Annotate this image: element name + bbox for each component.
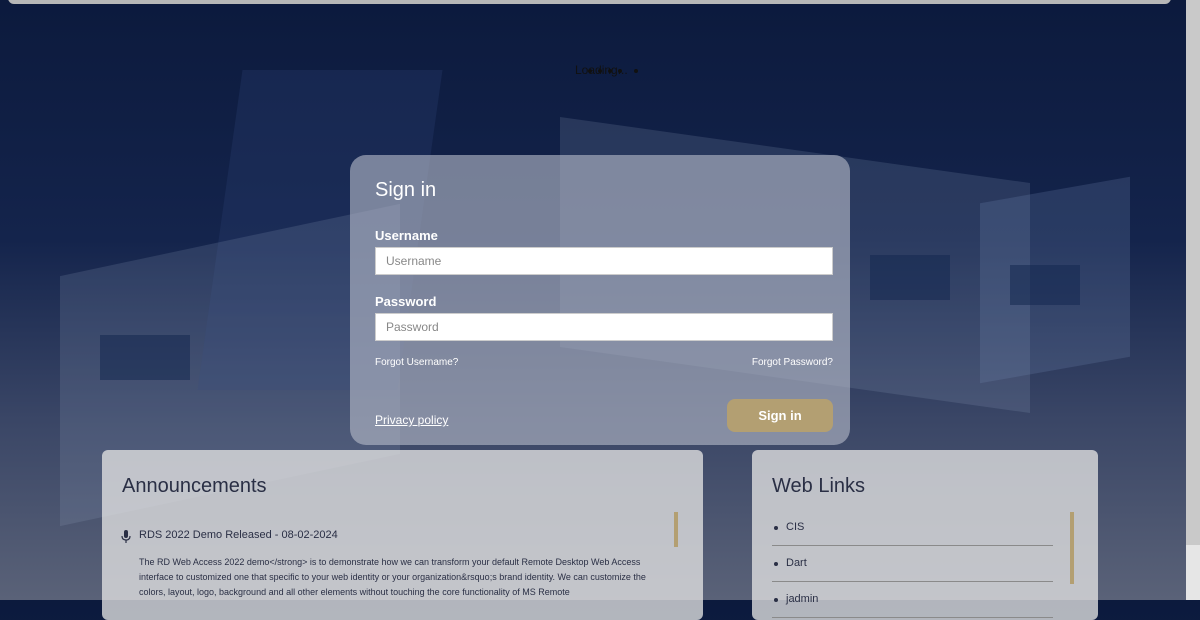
page-scrollbar[interactable]	[1186, 0, 1200, 600]
username-label: Username	[375, 228, 438, 243]
loading-text: Loading...	[575, 63, 628, 77]
web-links-panel: Web Links CIS Dart jadmin	[752, 450, 1098, 620]
forgot-password-link[interactable]: Forgot Password?	[752, 357, 833, 368]
top-bar	[8, 0, 1171, 4]
privacy-policy-link[interactable]: Privacy policy	[375, 413, 448, 427]
background-window	[870, 255, 950, 300]
announcements-panel: Announcements RDS 2022 Demo Released - 0…	[102, 450, 703, 620]
announcement-item-title: RDS 2022 Demo Released - 08-02-2024	[139, 529, 338, 541]
username-input[interactable]	[375, 247, 833, 275]
web-links-scrollbar[interactable]	[1070, 512, 1074, 584]
sign-in-button[interactable]: Sign in	[727, 399, 833, 432]
microphone-icon	[121, 530, 131, 543]
password-input[interactable]	[375, 313, 833, 341]
login-title: Sign in	[375, 179, 437, 201]
login-card: Sign in Username Password Forgot Usernam…	[350, 155, 850, 445]
web-links-title: Web Links	[772, 475, 866, 497]
web-link-dart[interactable]: Dart	[772, 546, 1053, 582]
web-link-cis[interactable]: CIS	[772, 510, 1053, 546]
forgot-username-link[interactable]: Forgot Username?	[375, 357, 458, 368]
announcement-item-body: The RD Web Access 2022 demo</strong> is …	[139, 557, 646, 597]
web-link-jadmin[interactable]: jadmin	[772, 582, 1053, 618]
announcements-title: Announcements	[122, 475, 267, 497]
background-window	[1010, 265, 1080, 305]
web-links-list: CIS Dart jadmin	[772, 510, 1053, 618]
page-scrollbar-thumb[interactable]	[1186, 0, 1200, 545]
background-window	[100, 335, 190, 380]
password-label: Password	[375, 294, 437, 309]
announcements-scrollbar[interactable]	[674, 512, 678, 547]
